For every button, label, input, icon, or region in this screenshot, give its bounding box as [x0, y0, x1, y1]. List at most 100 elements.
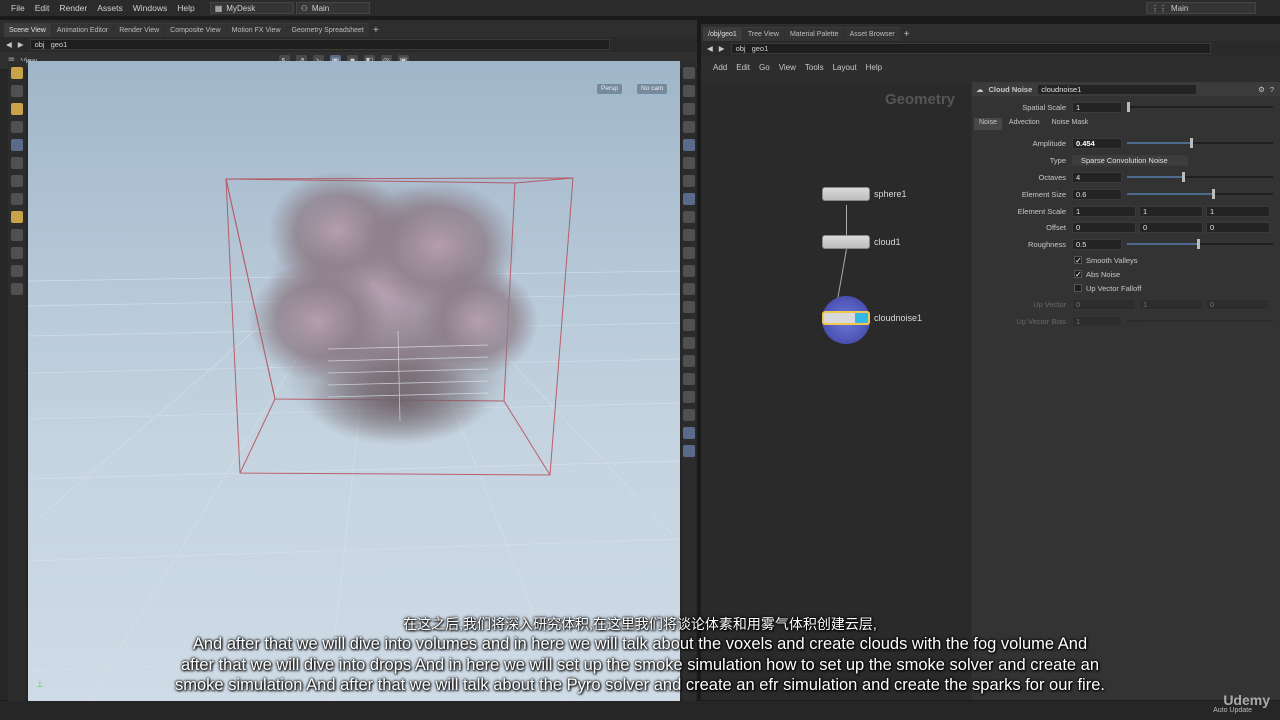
slider-element-size-fill[interactable] — [1127, 193, 1214, 195]
move-tool-icon[interactable] — [11, 103, 23, 115]
tab-geometry-spreadsheet[interactable]: Geometry Spreadsheet — [286, 23, 369, 37]
menu-file[interactable]: File — [6, 3, 30, 13]
add-network-tab-icon[interactable]: + — [901, 27, 913, 41]
slider-amplitude-fill[interactable] — [1127, 142, 1193, 144]
field-octaves[interactable]: 4 — [1072, 171, 1122, 183]
view-tool-icon[interactable] — [11, 229, 23, 241]
network-menu-go[interactable]: Go — [759, 63, 770, 72]
left-path-field[interactable]: obj geo1 — [29, 39, 610, 50]
param-help-icon[interactable]: ? — [1270, 85, 1280, 94]
tab-scene-view[interactable]: Scene View — [4, 23, 51, 37]
tab-motion-fx-view[interactable]: Motion FX View — [226, 23, 286, 37]
node-sphere1-box[interactable] — [822, 187, 870, 201]
number-icon[interactable] — [683, 301, 695, 313]
path-obj[interactable]: obj — [35, 40, 45, 49]
menu-windows[interactable]: Windows — [128, 3, 172, 13]
field-amplitude[interactable]: 0.454 — [1072, 137, 1122, 149]
node-cloud1-box[interactable] — [822, 235, 870, 249]
pose-tool-icon[interactable] — [11, 193, 23, 205]
snap-icon[interactable] — [683, 229, 695, 241]
dot-icon[interactable] — [683, 265, 695, 277]
wireframe-icon[interactable] — [683, 193, 695, 205]
network-menu-layout[interactable]: Layout — [833, 63, 857, 72]
ruler-icon[interactable] — [683, 337, 695, 349]
knob-element-size[interactable] — [1212, 189, 1215, 199]
point-display-icon[interactable] — [683, 157, 695, 169]
tab-render-view[interactable]: Render View — [114, 23, 165, 37]
param-gear-icon[interactable]: ⚙ — [1258, 85, 1265, 94]
field-offset-z[interactable]: 0 — [1206, 221, 1270, 233]
network-menu-edit[interactable]: Edit — [736, 63, 750, 72]
tab-material-palette[interactable]: Material Palette — [784, 27, 844, 41]
network-menu-help[interactable]: Help — [866, 63, 882, 72]
auto-update-button[interactable]: Auto Update — [1213, 707, 1252, 714]
tab-noise-mask[interactable]: Noise Mask — [1047, 118, 1094, 130]
persp-button[interactable]: Persp — [597, 84, 622, 94]
forward-icon[interactable]: ▶ — [18, 40, 24, 49]
knob-amplitude[interactable] — [1190, 138, 1193, 148]
field-offset-x[interactable]: 0 — [1072, 221, 1136, 233]
knob-octaves[interactable] — [1182, 172, 1185, 182]
diamond-icon[interactable] — [683, 391, 695, 403]
brush-tool-icon[interactable] — [11, 211, 23, 223]
shading-icon[interactable] — [683, 121, 695, 133]
tab-advection[interactable]: Advection — [1004, 118, 1045, 130]
main-selector[interactable]: ⚇ Main — [295, 2, 370, 14]
menu-help[interactable]: Help — [172, 3, 199, 13]
3d-viewport[interactable]: Persp No cam ⊥ — [28, 61, 680, 701]
knob-spatial-scale[interactable] — [1127, 102, 1130, 112]
tab-network-geo1[interactable]: /obj/geo1 — [703, 27, 742, 41]
network-menu-view[interactable]: View — [779, 63, 796, 72]
lock-tool-icon[interactable] — [11, 139, 23, 151]
scale-tool-icon[interactable] — [11, 175, 23, 187]
knob-roughness[interactable] — [1197, 239, 1200, 249]
field-spatial-scale[interactable]: 1 — [1072, 101, 1122, 113]
node-sphere1[interactable]: sphere1 — [822, 187, 907, 201]
network-path-obj[interactable]: obj — [736, 44, 746, 53]
tab-noise[interactable]: Noise — [974, 118, 1002, 130]
node-cloudnoise1-box[interactable] — [822, 311, 870, 325]
camera-button[interactable]: No cam — [637, 84, 668, 94]
template-icon[interactable] — [683, 211, 695, 223]
handle-tool-icon[interactable] — [11, 67, 23, 79]
tab-tree-view[interactable]: Tree View — [742, 27, 784, 41]
network-back-icon[interactable]: ◀ — [707, 44, 713, 53]
arrow-tool-icon[interactable] — [11, 121, 23, 133]
node-cloud1[interactable]: cloud1 — [822, 235, 901, 249]
slider-octaves-fill[interactable] — [1127, 176, 1185, 178]
field-roughness[interactable]: 0.5 — [1072, 238, 1122, 250]
network-forward-icon[interactable]: ▶ — [719, 44, 725, 53]
pen-icon[interactable] — [683, 283, 695, 295]
slider-roughness-fill[interactable] — [1127, 243, 1200, 245]
fill-icon[interactable] — [683, 319, 695, 331]
network-menu-tools[interactable]: Tools — [805, 63, 824, 72]
tab-asset-browser[interactable]: Asset Browser — [844, 27, 900, 41]
tab-composite-view[interactable]: Composite View — [165, 23, 226, 37]
menu-edit[interactable]: Edit — [30, 3, 55, 13]
checkbox-abs-noise[interactable]: ✓ — [1074, 270, 1082, 279]
network-editor[interactable]: Geometry sphere1 cloud1 cloudnoise1 — [701, 83, 971, 700]
node-cloudnoise1[interactable]: cloudnoise1 — [822, 311, 922, 325]
right-main-selector[interactable]: ⋮⋮ Main — [1146, 2, 1256, 14]
pin-icon[interactable] — [683, 445, 695, 457]
guide-icon[interactable] — [683, 247, 695, 259]
cube-icon[interactable] — [683, 373, 695, 385]
network-path-geo1[interactable]: geo1 — [752, 44, 769, 53]
field-element-scale-z[interactable]: 1 — [1206, 205, 1270, 217]
display-options-icon[interactable] — [683, 67, 695, 79]
rotate-tool-icon[interactable] — [11, 157, 23, 169]
path-geo1[interactable]: geo1 — [51, 40, 68, 49]
checkbox-smooth-valleys[interactable]: ✓ — [1074, 256, 1082, 265]
desktop-selector[interactable]: ▦ MyDesk — [209, 2, 294, 14]
field-offset-y[interactable]: 0 — [1139, 221, 1203, 233]
visibility-icon[interactable] — [683, 139, 695, 151]
field-element-size[interactable]: 0.6 — [1072, 188, 1122, 200]
box-icon[interactable] — [683, 409, 695, 421]
network-menu-add[interactable]: Add — [713, 63, 727, 72]
render-tool-icon[interactable] — [11, 283, 23, 295]
lighting-icon[interactable] — [683, 103, 695, 115]
field-element-scale-x[interactable]: 1 — [1072, 205, 1136, 217]
snap-tool-icon[interactable] — [11, 265, 23, 277]
lock-view-icon[interactable] — [683, 85, 695, 97]
menu-render[interactable]: Render — [54, 3, 92, 13]
